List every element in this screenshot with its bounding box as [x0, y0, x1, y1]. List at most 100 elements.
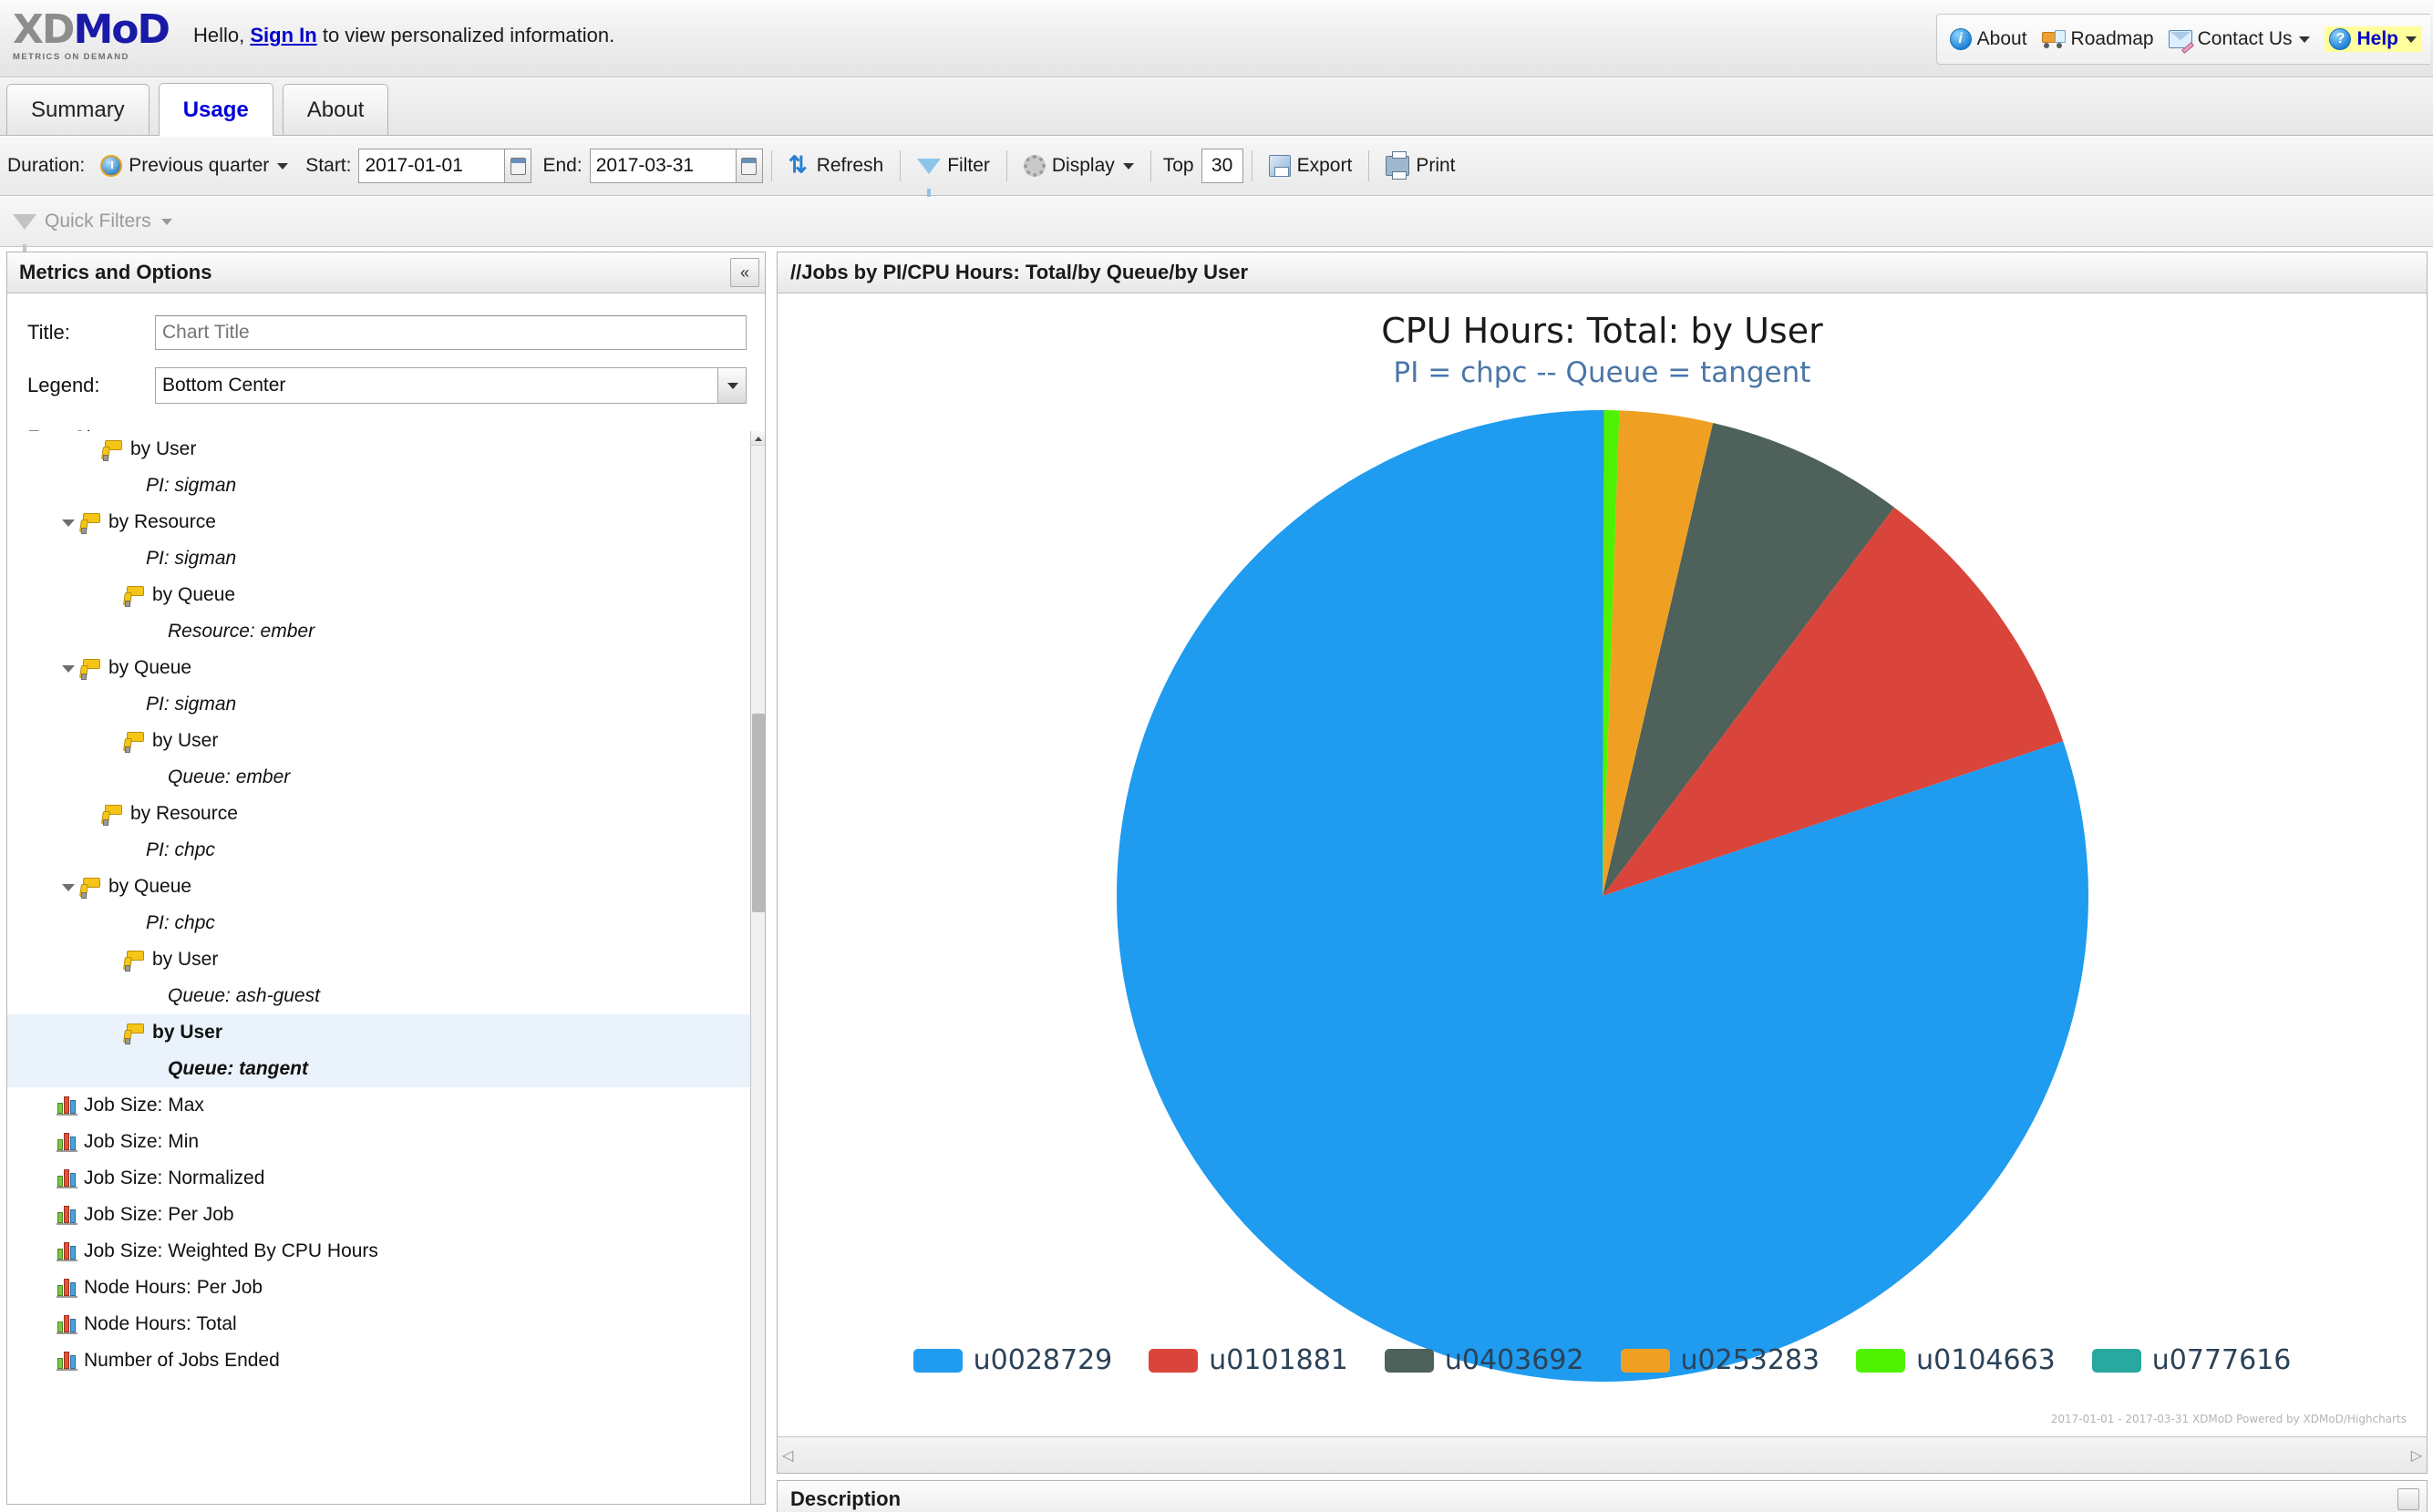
tree-spacer	[104, 1025, 119, 1040]
scroll-up-arrow-icon[interactable]	[751, 431, 765, 446]
metric-tree-scrollbar[interactable]	[750, 431, 765, 1504]
chart-horizontal-scrollbar[interactable]: ◁ ▷	[778, 1436, 2427, 1473]
tree-node[interactable]: Queue: tangent	[7, 1051, 750, 1087]
tree-node[interactable]: PI: chpc	[7, 905, 750, 941]
greeting-prefix: Hello,	[193, 24, 244, 46]
collapse-panel-button[interactable]: «	[730, 258, 759, 287]
tree-spacer	[38, 1135, 53, 1149]
logo-xd-text: XD	[13, 6, 73, 53]
tree-node[interactable]: Job Size: Per Job	[7, 1197, 750, 1233]
filter-button[interactable]: Filter	[909, 150, 998, 181]
tab-usage[interactable]: Usage	[159, 83, 273, 136]
tree-node[interactable]: by Queue	[7, 869, 750, 905]
tree-node[interactable]: PI: sigman	[7, 686, 750, 723]
chart-title: CPU Hours: Total: by User	[778, 311, 2427, 351]
chevron-down-icon[interactable]	[717, 367, 747, 404]
chart-title-input[interactable]	[155, 315, 747, 350]
print-button[interactable]: Print	[1377, 150, 1463, 181]
tree-node-label: Node Hours: Per Job	[84, 1277, 263, 1299]
roadmap-link[interactable]: Roadmap	[2042, 28, 2154, 50]
query-toolbar: Duration: Previous quarter Start: End: ⇅…	[0, 137, 2433, 196]
tree-node[interactable]: Node Hours: Total	[7, 1306, 750, 1342]
quick-filters-bar[interactable]: Quick Filters	[0, 197, 2433, 247]
contact-us-link-label: Contact Us	[2198, 28, 2293, 50]
tree-node[interactable]: Queue: ember	[7, 759, 750, 796]
tree-node[interactable]: by Resource	[7, 796, 750, 832]
legend-label: u0104663	[1916, 1344, 2056, 1376]
tree-node[interactable]: by Queue	[7, 577, 750, 613]
legend-item[interactable]: u0777616	[2092, 1344, 2292, 1376]
tree-node[interactable]: Number of Jobs Ended	[7, 1342, 750, 1379]
display-dropdown[interactable]: Display	[1015, 150, 1142, 181]
tree-node[interactable]: Resource: ember	[7, 613, 750, 650]
funnel-icon	[917, 159, 941, 174]
tree-node[interactable]: by Queue	[7, 650, 750, 686]
tree-expand-arrow-icon[interactable]	[60, 661, 75, 675]
tab-about[interactable]: About	[283, 84, 389, 135]
legend-position-select[interactable]: Bottom Center	[155, 367, 747, 404]
duration-dropdown[interactable]: Previous quarter	[92, 150, 296, 181]
top-count-input[interactable]: 30	[1201, 149, 1243, 183]
breadcrumb: //Jobs by PI/CPU Hours: Total/by Queue/b…	[790, 261, 1248, 284]
tree-node[interactable]: by User	[7, 1014, 750, 1051]
description-panel: Description	[777, 1480, 2428, 1512]
tab-summary[interactable]: Summary	[6, 84, 149, 135]
tree-node[interactable]: Job Size: Normalized	[7, 1160, 750, 1197]
tree-node[interactable]: Job Size: Weighted By CPU Hours	[7, 1233, 750, 1270]
legend-item[interactable]: u0101881	[1149, 1344, 1348, 1376]
tree-node-label: Node Hours: Total	[84, 1313, 237, 1335]
chevron-down-icon	[1123, 163, 1134, 170]
description-collapse-button[interactable]	[2397, 1488, 2419, 1510]
bar-chart-icon	[57, 1205, 78, 1225]
tree-node[interactable]: Job Size: Min	[7, 1124, 750, 1160]
main-tabbar: Summary Usage About	[0, 78, 2433, 136]
start-date-picker-button[interactable]	[504, 149, 531, 183]
tree-node[interactable]: Queue: ash-guest	[7, 978, 750, 1014]
legend-item[interactable]: u0253283	[1621, 1344, 1820, 1376]
scroll-left-arrow-icon[interactable]: ◁	[782, 1446, 793, 1465]
sign-in-link[interactable]: Sign In	[250, 24, 316, 46]
drill-icon	[78, 657, 102, 679]
tree-node[interactable]: Job Size: Max	[7, 1087, 750, 1124]
tree-node[interactable]: PI: chpc	[7, 832, 750, 869]
metric-tree-list[interactable]: by UserPI: sigmanby ResourcePI: sigmanby…	[7, 431, 750, 1504]
export-button[interactable]: Export	[1261, 150, 1361, 181]
tree-node[interactable]: by User	[7, 723, 750, 759]
refresh-button[interactable]: ⇅ Refresh	[780, 150, 892, 181]
tree-spacer	[104, 916, 119, 931]
end-date-picker-button[interactable]	[736, 149, 763, 183]
tree-node[interactable]: by Resource	[7, 504, 750, 540]
legend-item[interactable]: u0403692	[1385, 1344, 1584, 1376]
legend-item[interactable]: u0104663	[1856, 1344, 2056, 1376]
tree-node[interactable]: PI: sigman	[7, 468, 750, 504]
chart-panel: //Jobs by PI/CPU Hours: Total/by Queue/b…	[777, 252, 2428, 1474]
tree-node[interactable]: by User	[7, 941, 750, 978]
metrics-and-options-panel: Metrics and Options « Title: Legend: Bot…	[6, 252, 766, 1505]
tree-expand-arrow-icon[interactable]	[60, 515, 75, 530]
xdmod-logo: XDMoD METRICS ON DEMAND	[13, 5, 182, 66]
help-link[interactable]: Help	[2325, 26, 2421, 52]
tree-spacer	[104, 551, 119, 566]
tree-node[interactable]: Node Hours: Per Job	[7, 1270, 750, 1306]
contact-us-link[interactable]: Contact Us	[2169, 28, 2311, 50]
tree-node[interactable]: PI: sigman	[7, 540, 750, 577]
scroll-right-arrow-icon[interactable]: ▷	[2411, 1446, 2422, 1465]
pie-chart[interactable]	[1110, 404, 2095, 1388]
toolbar-divider	[1006, 150, 1007, 181]
end-date-input[interactable]	[590, 149, 736, 183]
pie-chart-wrapper	[778, 404, 2427, 1260]
tree-expand-arrow-icon[interactable]	[60, 879, 75, 894]
tree-spacer	[38, 1098, 53, 1113]
legend-item[interactable]: u0028729	[913, 1344, 1113, 1376]
start-date-input[interactable]	[358, 149, 504, 183]
tree-spacer	[104, 952, 119, 967]
title-option-label: Title:	[27, 321, 155, 345]
help-link-label: Help	[2356, 28, 2398, 50]
gear-icon	[1024, 155, 1046, 177]
tree-node[interactable]: by User	[7, 431, 750, 468]
scrollbar-thumb[interactable]	[752, 714, 765, 912]
end-label: End:	[542, 155, 582, 177]
logo-mod-text: MoD	[73, 6, 169, 53]
drill-icon	[100, 803, 124, 825]
about-link[interactable]: About	[1950, 28, 2027, 50]
